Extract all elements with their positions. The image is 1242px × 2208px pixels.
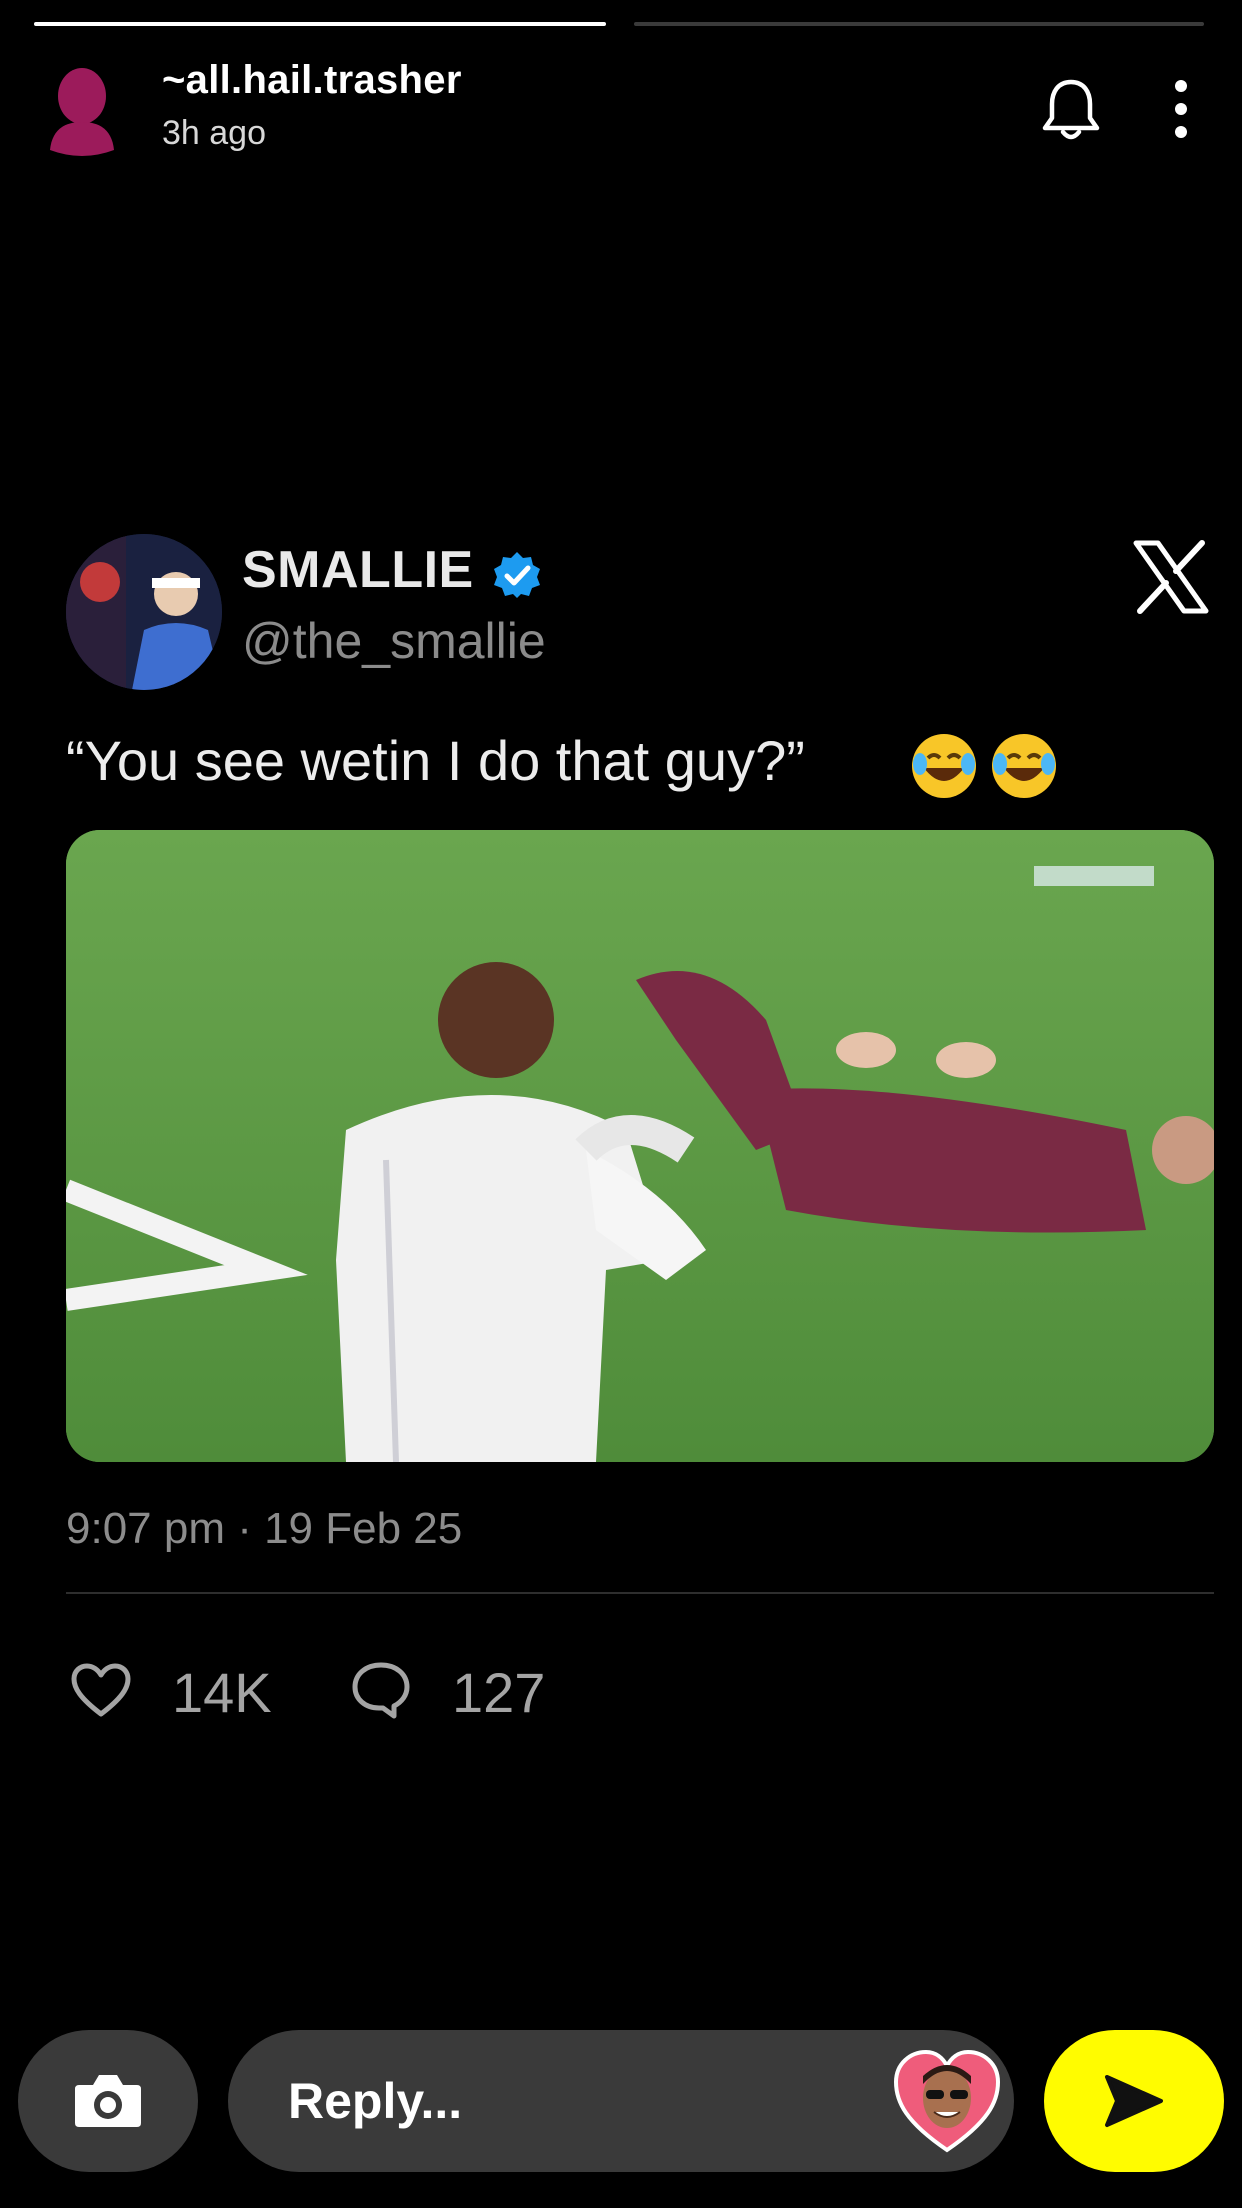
- tweet-author-name: SMALLIE: [242, 541, 474, 599]
- tweet-text: “You see wetin I do that guy?”: [66, 729, 805, 792]
- bell-icon[interactable]: [1040, 76, 1102, 142]
- tweet-avatar: [66, 534, 222, 690]
- like-count: 14K: [172, 1661, 272, 1724]
- person-silhouette-icon[interactable]: [46, 66, 118, 158]
- comment-icon[interactable]: [350, 1660, 412, 1720]
- story-progress-bar-1: [34, 22, 606, 26]
- x-logo-icon: [1133, 540, 1209, 614]
- bitmoji-heart-icon[interactable]: [892, 2046, 1002, 2156]
- more-options-icon[interactable]: [1166, 78, 1196, 140]
- divider: [66, 1592, 1214, 1594]
- send-arrow-icon: [1105, 2075, 1163, 2127]
- laughing-emoji-icon: [912, 734, 1056, 798]
- tweet-date: 9:07 pm · 19 Feb 25: [66, 1504, 463, 1553]
- send-button[interactable]: [1044, 2030, 1224, 2172]
- story-progress-bar-2: [634, 22, 1204, 26]
- story-username[interactable]: ~all.hail.trasher: [162, 58, 462, 103]
- tweet-media-image[interactable]: [66, 830, 1214, 1462]
- camera-icon: [75, 2075, 141, 2127]
- reply-field[interactable]: [228, 2030, 1014, 2172]
- reply-count: 127: [452, 1661, 546, 1724]
- verified-badge-icon: [494, 552, 540, 598]
- camera-button[interactable]: [18, 2030, 198, 2172]
- reply-input[interactable]: [288, 2030, 848, 2172]
- story-time: 3h ago: [162, 114, 266, 152]
- heart-icon[interactable]: [70, 1662, 132, 1718]
- tweet-author-handle: @the_smallie: [242, 613, 546, 669]
